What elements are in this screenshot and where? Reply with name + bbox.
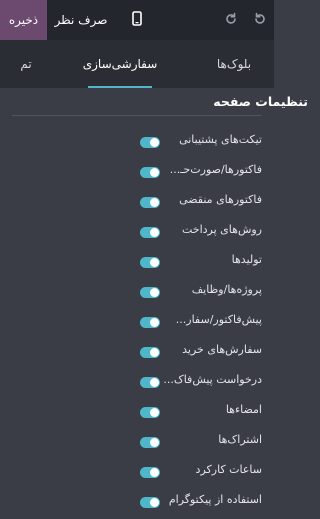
undo-icon: [253, 11, 267, 30]
option-row: تیکت‌های پشتیبانی: [0, 126, 274, 156]
option-label: پروژه‌ها/وظایف: [191, 283, 262, 296]
option-row: فاکتورهای منقضی: [0, 186, 274, 216]
option-toggle[interactable]: [140, 227, 160, 238]
option-row: امضاءها: [0, 396, 274, 426]
option-row: سفارش‌های خرید: [0, 336, 274, 366]
editor-topbar: ذخیره صرف نظر: [0, 0, 274, 40]
option-label: اشتراک‌ها: [218, 433, 262, 446]
section-title: تنظیمات صفحه: [213, 94, 308, 109]
option-row: تولیدها: [0, 246, 274, 276]
option-toggle[interactable]: [140, 497, 160, 508]
option-toggle[interactable]: [140, 317, 160, 328]
option-toggle[interactable]: [140, 137, 160, 148]
discard-button[interactable]: صرف نظر: [52, 0, 110, 40]
option-toggle[interactable]: [140, 347, 160, 358]
tab-customize[interactable]: سفارشی‌سازی: [83, 40, 157, 88]
undo-button[interactable]: [247, 0, 273, 40]
editor-tabs: بلوک‌ها سفارشی‌سازی تم: [0, 40, 274, 88]
save-button[interactable]: ذخیره: [0, 0, 47, 40]
option-toggle[interactable]: [140, 437, 160, 448]
option-toggle[interactable]: [140, 287, 160, 298]
portal-options-list: تیکت‌های پشتیبانی فاکتورها/صورت‌حـ... فا…: [0, 126, 274, 516]
option-toggle[interactable]: [140, 257, 160, 268]
mobile-preview-button[interactable]: [124, 0, 150, 40]
option-label: فاکتورها/صورت‌حـ...: [169, 163, 262, 176]
option-row: درخواست پیش‌فاک...: [0, 366, 274, 396]
option-row: ساعات کارکرد: [0, 456, 274, 486]
section-divider: [12, 115, 262, 116]
option-toggle[interactable]: [140, 197, 160, 208]
tab-theme[interactable]: تم: [0, 40, 52, 88]
option-toggle[interactable]: [140, 377, 160, 388]
tab-blocks[interactable]: بلوک‌ها: [204, 40, 264, 88]
option-label: استفاده از پیکتوگرام: [168, 493, 262, 506]
option-label: تولیدها: [231, 253, 262, 266]
option-label: درخواست پیش‌فاک...: [163, 373, 262, 386]
option-label: روش‌های پرداخت: [182, 223, 262, 236]
option-row: استفاده از پیکتوگرام: [0, 486, 274, 516]
option-row: روش‌های پرداخت: [0, 216, 274, 246]
redo-button[interactable]: [218, 0, 244, 40]
option-toggle[interactable]: [140, 167, 160, 178]
option-label: تیکت‌های پشتیبانی: [179, 133, 262, 146]
option-label: امضاءها: [225, 403, 262, 416]
option-row: اشتراک‌ها: [0, 426, 274, 456]
option-toggle[interactable]: [140, 407, 160, 418]
option-label: فاکتورهای منقضی: [179, 193, 262, 206]
option-row: پروژه‌ها/وظایف: [0, 276, 274, 306]
option-label: ساعات کارکرد: [195, 463, 262, 476]
option-row: فاکتورها/صورت‌حـ...: [0, 156, 274, 186]
option-row: پیش‌فاکتور/سفار...: [0, 306, 274, 336]
mobile-preview-icon: [132, 10, 142, 30]
redo-icon: [224, 11, 238, 30]
option-label: سفارش‌های خرید: [182, 343, 262, 356]
option-label: پیش‌فاکتور/سفار...: [175, 313, 262, 326]
option-toggle[interactable]: [140, 467, 160, 478]
